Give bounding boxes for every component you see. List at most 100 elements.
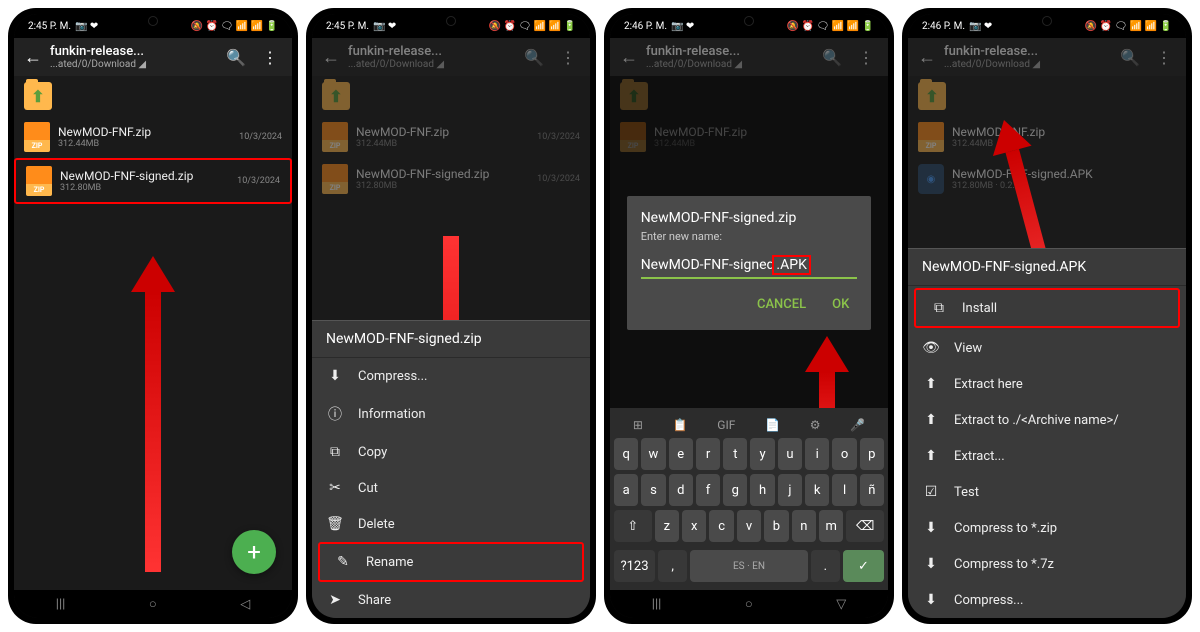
back-icon[interactable]: ← [24,47,42,68]
nav-recent-icon[interactable]: ||| [56,597,66,612]
app-bar: ← funkin-release... ...ated/0/Download ◢… [14,38,292,76]
menu-item-compress-7z[interactable]: ⬇Compress to *.7z [908,546,1186,582]
phone-screenshot-3: 2:46 P. M. 📷 ❤ 🔕 ⏰ 🗨 📶 📶 🔋 ← funkin-rele… [604,8,894,624]
menu-item-share[interactable]: ➤Share [312,582,590,618]
key-d[interactable]: d [669,474,693,506]
parent-folder-row[interactable]: ⬆ [312,76,590,116]
ok-button-highlighted[interactable]: OK [824,293,857,316]
key-y[interactable]: y [750,438,774,470]
key-r[interactable]: r [696,438,720,470]
download-icon: ⬇ [922,556,940,572]
key-v[interactable]: v [737,510,761,542]
file-date: 10/3/2024 [237,176,280,186]
key-z[interactable]: z [655,510,679,542]
camera-notch [1042,16,1052,26]
space-key[interactable]: ES · EN [690,550,807,582]
menu-item-test[interactable]: ☑Test [908,474,1186,510]
file-row[interactable]: ZIP NewMOD-FNF-signed.zip 312.80MB 10/3/… [312,158,590,200]
rename-input[interactable]: NewMOD-FNF-signed.APK [641,253,858,279]
key-a[interactable]: a [614,474,638,506]
appbar-title: funkin-release... [50,44,214,59]
key-b[interactable]: b [764,510,788,542]
key-ñ[interactable]: ñ [860,474,884,506]
dot-key[interactable]: . [811,550,840,582]
cancel-button[interactable]: CANCEL [749,293,814,316]
menu-item-compress[interactable]: ⬇Compress... [908,582,1186,618]
upload-icon: ⬆ [922,412,940,428]
trash-icon: 🗑 [326,516,344,532]
enter-key[interactable]: ✓ [843,550,884,582]
menu-item-extract-archive[interactable]: ⬆Extract to ./<Archive name>/ [908,402,1186,438]
key-q[interactable]: q [614,438,638,470]
key-f[interactable]: f [696,474,720,506]
key-w[interactable]: w [641,438,665,470]
search-icon[interactable]: 🔍 [520,48,548,67]
status-time: 2:46 P. M. [922,21,965,32]
key-t[interactable]: t [723,438,747,470]
menu-icon[interactable]: ⋮ [556,48,580,67]
back-icon[interactable]: ← [322,47,340,68]
share-icon: ➤ [326,592,344,608]
menu-item-cut[interactable]: ✂Cut [312,470,590,506]
file-row[interactable]: ZIP NewMOD-FNF.zip 312.44MB 10/3/2024 [312,116,590,158]
context-menu-sheet: NewMOD-FNF-signed.zip ⬇Compress... ⓘInfo… [312,320,590,618]
file-date: 10/3/2024 [239,132,282,142]
menu-item-delete[interactable]: 🗑Delete [312,506,590,542]
status-time: 2:45 P. M. [326,21,369,32]
key-o[interactable]: o [832,438,856,470]
soft-keyboard[interactable]: ⊞📋GIF📄⚙🎤 qwertyuiop asdfghjklñ ⇧ zxcvbnm… [610,408,888,590]
menu-icon[interactable]: ⋮ [258,48,282,67]
nav-bar: |||○▽ [610,590,888,618]
camera-notch [744,16,754,26]
app-bar: ← funkin-release... ...ated/0/Download ◢… [312,38,590,76]
menu-item-copy[interactable]: ⧉Copy [312,434,590,470]
app-bar: ← funkin-release... ...ated/0/Download ◢… [610,38,888,76]
key-i[interactable]: i [805,438,829,470]
key-e[interactable]: e [669,438,693,470]
backspace-key[interactable]: ⌫ [846,510,884,542]
fab-add-button[interactable]: + [232,530,276,574]
key-x[interactable]: x [682,510,706,542]
key-c[interactable]: c [709,510,733,542]
file-size: 312.44MB [58,139,231,149]
menu-item-compress-zip[interactable]: ⬇Compress to *.zip [908,510,1186,546]
key-m[interactable]: m [819,510,843,542]
file-row-1[interactable]: ZIP NewMOD-FNF.zip 312.44MB 10/3/2024 [14,116,292,158]
sheet-title: NewMOD-FNF-signed.APK [908,249,1186,286]
eye-icon: 👁 [922,340,940,356]
menu-item-extract[interactable]: ⬆Extract... [908,438,1186,474]
key-k[interactable]: k [805,474,829,506]
key-p[interactable]: p [860,438,884,470]
phone-screenshot-4: 2:46 P. M. 📷 ❤ 🔕 ⏰ 🗨 📶 📶 🔋 ← funkin-rele… [902,8,1192,624]
menu-item-rename-highlighted[interactable]: ✎Rename [318,542,584,582]
phone-screenshot-1: 2:45 P. M. 📷 ❤ 🔕 ⏰ 🗨 📶 📶 🔋 ← funkin-rele… [8,8,298,624]
keyboard-toolbar: ⊞📋GIF📄⚙🎤 [614,412,884,438]
nav-home-icon[interactable]: ○ [149,596,157,612]
nav-bar: ||| ○ ◁ [14,590,292,618]
parent-folder-row[interactable]: ⬆ [14,76,292,116]
key-u[interactable]: u [778,438,802,470]
key-l[interactable]: l [832,474,856,506]
file-row-apk[interactable]: ◉ NewMOD-FNF-signed.APK 312.80MB · 0.2.8 [908,158,1186,200]
key-g[interactable]: g [723,474,747,506]
menu-item-compress[interactable]: ⬇Compress... [312,358,590,394]
phone-screenshot-2: 2:45 P. M. 📷 ❤ 🔕 ⏰ 🗨 📶 📶 🔋 ← funkin-rele… [306,8,596,624]
menu-item-extract-here[interactable]: ⬆Extract here [908,366,1186,402]
file-row-2-highlighted[interactable]: ZIP NewMOD-FNF-signed.zip 312.80MB 10/3/… [14,158,292,204]
nav-back-icon[interactable]: ◁ [240,597,250,612]
red-arrow-annotation [131,256,175,572]
menu-item-view[interactable]: 👁View [908,330,1186,366]
info-icon: ⓘ [326,404,344,424]
search-icon[interactable]: 🔍 [222,48,250,67]
shift-key[interactable]: ⇧ [614,510,652,542]
numsym-key[interactable]: ?123 [614,550,655,582]
key-h[interactable]: h [750,474,774,506]
zip-icon: ZIP [24,122,50,152]
menu-item-install-highlighted[interactable]: ⧉Install [914,288,1180,328]
key-n[interactable]: n [792,510,816,542]
key-j[interactable]: j [778,474,802,506]
menu-item-info[interactable]: ⓘInformation [312,394,590,434]
key-s[interactable]: s [641,474,665,506]
comma-key[interactable]: , [658,550,687,582]
dialog-title: NewMOD-FNF-signed.zip [641,210,858,226]
